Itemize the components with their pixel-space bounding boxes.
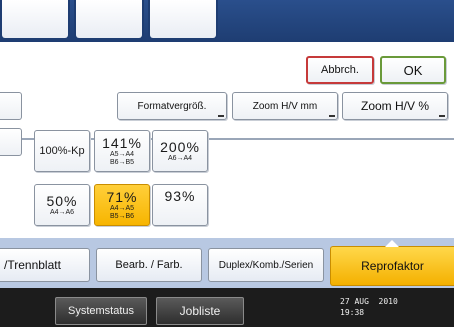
active-tab-pointer-icon — [385, 240, 399, 247]
tab-label: Reprofaktor — [361, 259, 424, 273]
preset-formats: A6→A4 — [167, 154, 193, 162]
preset-pct: 200% — [160, 138, 200, 155]
format-enlarge-label: Formatvergröß. — [137, 100, 207, 112]
top-tab-2[interactable] — [74, 0, 144, 40]
tab-label: /Trennblatt — [4, 258, 61, 272]
system-status-button[interactable]: Systemstatus — [55, 297, 147, 325]
top-tab-1[interactable] — [0, 0, 70, 40]
tab-trennblatt[interactable]: /Trennblatt — [0, 248, 90, 282]
preset-pct: 141% — [102, 134, 142, 151]
tab-reprofaktor[interactable]: Reprofaktor — [330, 240, 454, 286]
cancel-button[interactable]: Abbrch. — [306, 56, 374, 84]
top-tab-3[interactable] — [148, 0, 218, 40]
zoom-hv-mm-button[interactable]: Zoom H/V mm — [232, 92, 338, 120]
preset-100-keep[interactable]: 100%-Kp — [34, 130, 90, 172]
system-status-label: Systemstatus — [67, 305, 135, 317]
ok-button-label: OK — [403, 62, 423, 78]
header-strip — [0, 0, 454, 42]
ok-button[interactable]: OK — [380, 56, 446, 84]
tab-label: Duplex/Komb./Serien — [218, 259, 314, 271]
tab-edit-color[interactable]: Bearb. / Farb. — [96, 248, 202, 282]
format-enlarge-button[interactable]: Formatvergröß. — [117, 92, 227, 120]
submenu-indicator-icon — [329, 115, 335, 117]
tab-label: Bearb. / Farb. — [115, 259, 183, 271]
job-list-button[interactable]: Jobliste — [156, 297, 244, 325]
zoom-hv-mm-label: Zoom H/V mm — [252, 100, 318, 112]
zoom-hv-pct-button[interactable]: Zoom H/V % — [342, 92, 448, 120]
preset-93[interactable]: 93% — [152, 184, 208, 226]
preset-200[interactable]: 200% A6→A4 — [152, 130, 208, 172]
preset-50[interactable]: 50% A4→A6 — [34, 184, 90, 226]
clock-time: 19:38 — [340, 308, 365, 317]
preset-141[interactable]: 141% A5→A4 B6→B5 — [94, 130, 150, 172]
preset-pct: 50% — [46, 192, 78, 209]
submenu-indicator-icon — [439, 115, 445, 117]
zoom-hv-pct-label: Zoom H/V % — [360, 99, 429, 113]
tab-duplex[interactable]: Duplex/Komb./Serien — [208, 248, 324, 282]
job-list-label: Jobliste — [179, 304, 221, 318]
preset-formats: A5→A4 B6→B5 — [109, 150, 135, 166]
preset-71-selected[interactable]: 71% A4→A5 B5→B6 — [94, 184, 150, 226]
preset-pct: 100%-Kp — [39, 144, 85, 157]
preset-formats: A4→A6 — [49, 208, 75, 216]
submenu-indicator-icon — [218, 115, 224, 117]
clock-date: 27 AUG 2010 — [340, 297, 398, 306]
preset-formats: A4→A5 B5→B6 — [109, 204, 135, 220]
left-stub-button-2[interactable] — [0, 128, 22, 156]
left-stub-button-1[interactable] — [0, 92, 22, 120]
clock: 27 AUG 2010 19:38 — [340, 296, 420, 318]
preset-pct: 93% — [164, 188, 196, 204]
preset-pct: 71% — [106, 188, 138, 205]
cancel-button-label: Abbrch. — [321, 64, 359, 76]
